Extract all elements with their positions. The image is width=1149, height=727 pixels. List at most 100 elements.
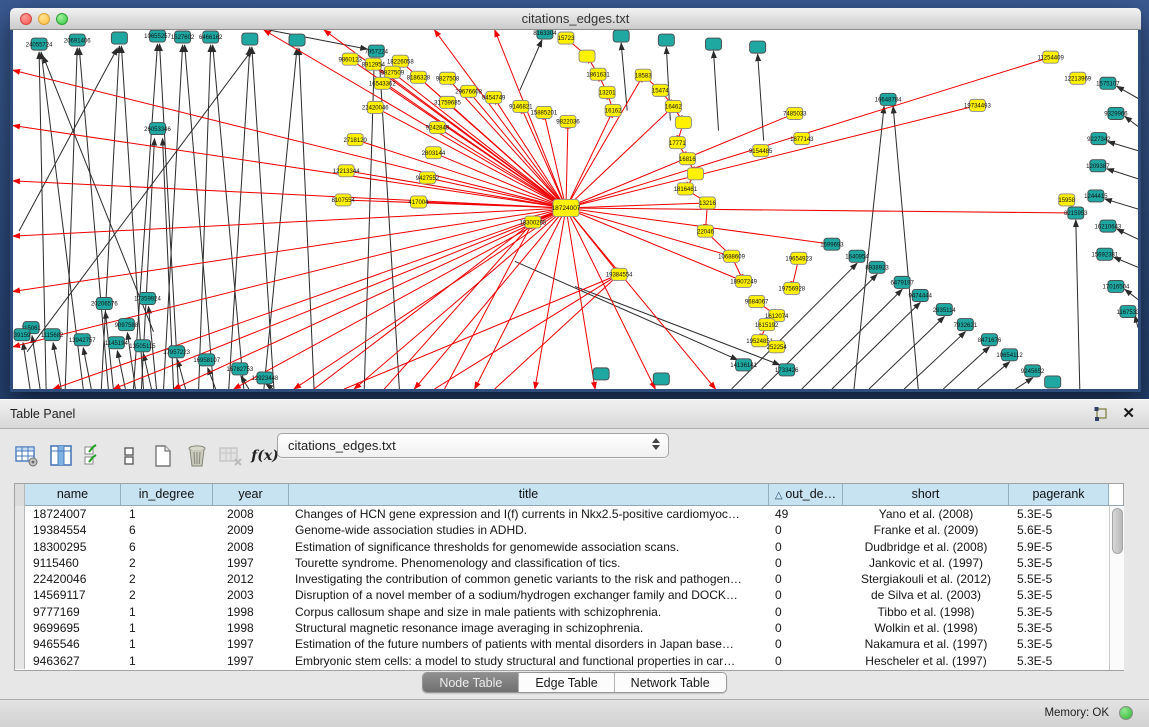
table-cell[interactable]: 5.6E-5 bbox=[1009, 522, 1109, 538]
table-cell[interactable]: Stergiakouli et al. (2012) bbox=[843, 571, 1009, 587]
citation-edge-black[interactable] bbox=[1125, 289, 1138, 299]
table-vertical-scrollbar[interactable] bbox=[1109, 506, 1124, 670]
graph-node[interactable]: 9427552 bbox=[416, 172, 440, 184]
citation-edge-black[interactable] bbox=[1107, 169, 1138, 179]
graph-node[interactable]: 9227342 bbox=[1087, 133, 1111, 145]
citation-edge-black[interactable] bbox=[53, 343, 61, 389]
graph-node[interactable]: 22046 bbox=[697, 225, 714, 237]
table-cell[interactable]: 6 bbox=[121, 522, 213, 538]
graph-node[interactable]: 15692381 bbox=[1092, 248, 1119, 260]
graph-node[interactable]: 1640954 bbox=[845, 250, 869, 262]
graph-node[interactable] bbox=[653, 373, 669, 385]
graph-node[interactable]: 17016504 bbox=[1103, 280, 1130, 292]
graph-node[interactable]: 9245652 bbox=[1021, 365, 1045, 377]
graph-node[interactable]: 18226058 bbox=[387, 55, 414, 67]
table-cell[interactable]: Yano et al. (2008) bbox=[843, 506, 1009, 522]
graph-node[interactable]: 9827509 bbox=[381, 66, 405, 78]
table-cell[interactable]: 2 bbox=[121, 587, 213, 603]
table-cell[interactable]: 9115460 bbox=[25, 555, 121, 571]
graph-node[interactable]: 1816461 bbox=[674, 183, 698, 195]
citation-edge-black[interactable] bbox=[1114, 257, 1138, 267]
citation-edge-black[interactable] bbox=[83, 348, 91, 389]
citation-edge-black[interactable] bbox=[1108, 142, 1138, 151]
table-cell[interactable]: 22420046 bbox=[25, 571, 121, 587]
graph-node[interactable]: 8471676 bbox=[978, 334, 1002, 346]
citation-edge-black[interactable] bbox=[943, 347, 989, 389]
graph-node[interactable]: 2718120 bbox=[344, 134, 368, 146]
graph-node[interactable]: 9860123 bbox=[338, 53, 362, 65]
table-cell[interactable]: 1 bbox=[121, 636, 213, 652]
graph-node[interactable]: 16816 bbox=[679, 153, 696, 165]
citation-edge-black[interactable] bbox=[1117, 229, 1138, 239]
table-cell[interactable]: 2008 bbox=[213, 539, 289, 555]
column-header-name[interactable]: name bbox=[25, 484, 121, 506]
citation-edge-black[interactable] bbox=[252, 47, 274, 389]
table-cell[interactable]: Disruption of a novel member of a sodium… bbox=[289, 587, 769, 603]
table-cell[interactable]: 0 bbox=[769, 636, 843, 652]
graph-node[interactable]: 11254409 bbox=[1038, 51, 1065, 63]
table-cell[interactable]: Genome-wide association studies in ADHD. bbox=[289, 522, 769, 538]
graph-node[interactable]: 1699693 bbox=[820, 238, 844, 250]
network-canvas[interactable]: 2405572420691406106552571527602646616279… bbox=[13, 30, 1138, 389]
column-header-title[interactable]: title bbox=[289, 484, 769, 506]
graph-node[interactable] bbox=[613, 30, 629, 42]
table-cell[interactable]: 1997 bbox=[213, 653, 289, 669]
table-cell[interactable]: de Silva et al. (2003) bbox=[843, 587, 1009, 603]
table-cell[interactable]: 9699695 bbox=[25, 620, 121, 636]
citation-edge-black[interactable] bbox=[713, 51, 718, 130]
graph-node[interactable]: 15723 bbox=[558, 32, 575, 44]
graph-node[interactable]: 15885201 bbox=[531, 106, 558, 118]
citation-edge-black[interactable] bbox=[1016, 378, 1033, 389]
graph-node[interactable]: 13216 bbox=[699, 197, 716, 209]
graph-node[interactable]: 15958 bbox=[1058, 194, 1075, 206]
scrollbar-thumb[interactable] bbox=[1112, 508, 1123, 554]
graph-node[interactable]: 8938923 bbox=[865, 261, 889, 273]
table-row[interactable]: 911546021997Tourette syndrome. Phenomeno… bbox=[15, 555, 1109, 571]
delete-rows-button[interactable] bbox=[180, 441, 214, 471]
table-cell[interactable]: Tibbo et al. (1998) bbox=[843, 604, 1009, 620]
citation-edge-red[interactable] bbox=[438, 128, 566, 208]
table-cell[interactable]: 9777169 bbox=[25, 604, 121, 620]
table-cell[interactable]: 1997 bbox=[213, 636, 289, 652]
citation-edge-black[interactable] bbox=[802, 289, 902, 389]
graph-node[interactable]: 9242848 bbox=[426, 122, 450, 134]
table-cell[interactable]: 0 bbox=[769, 555, 843, 571]
table-cell[interactable]: 1997 bbox=[213, 555, 289, 571]
graph-node[interactable]: 19756928 bbox=[778, 282, 805, 294]
citation-edge-red[interactable] bbox=[434, 30, 565, 208]
citation-edge-black[interactable] bbox=[869, 317, 944, 389]
citation-edge-black[interactable] bbox=[893, 106, 918, 389]
citation-edge-red[interactable] bbox=[13, 126, 566, 208]
hub-node[interactable]: 18724007 bbox=[551, 199, 580, 216]
graph-node[interactable]: 7932621 bbox=[954, 319, 978, 331]
table-cell[interactable]: 9463627 bbox=[25, 653, 121, 669]
graph-node[interactable]: 8107554 bbox=[331, 194, 355, 206]
table-cell[interactable]: Wolkin et al. (1998) bbox=[843, 620, 1009, 636]
table-cell[interactable]: 5.3E-5 bbox=[1009, 555, 1109, 571]
table-row[interactable]: 969969511998Structural magnetic resonanc… bbox=[15, 620, 1109, 636]
citation-edge-black[interactable] bbox=[43, 56, 153, 332]
table-cell[interactable]: 2 bbox=[121, 555, 213, 571]
table-cell[interactable]: 2003 bbox=[213, 587, 289, 603]
graph-node[interactable]: 9827508 bbox=[436, 72, 460, 84]
table-cell[interactable]: 2012 bbox=[213, 571, 289, 587]
citation-edge-red[interactable] bbox=[234, 208, 566, 389]
citation-edge-black[interactable] bbox=[977, 362, 1009, 389]
table-cell[interactable]: 1 bbox=[121, 604, 213, 620]
graph-node[interactable]: 19734493 bbox=[964, 99, 991, 111]
window-titlebar[interactable]: citations_edges.txt bbox=[10, 8, 1141, 30]
delete-table-button[interactable] bbox=[214, 441, 248, 471]
graph-node[interactable]: 8454749 bbox=[482, 91, 506, 103]
graph-node[interactable] bbox=[242, 33, 258, 45]
graph-node[interactable]: 6479197 bbox=[890, 276, 914, 288]
table-cell[interactable]: 0 bbox=[769, 539, 843, 555]
table-row[interactable]: 1872400712008Changes of HCN gene express… bbox=[15, 506, 1109, 522]
graph-node[interactable]: 17957223 bbox=[163, 346, 190, 358]
table-cell[interactable]: 5.3E-5 bbox=[1009, 587, 1109, 603]
citation-edge-black[interactable] bbox=[269, 30, 367, 49]
table-cell[interactable]: 5.9E-5 bbox=[1009, 539, 1109, 555]
citation-edge-black[interactable] bbox=[1125, 116, 1138, 126]
graph-node[interactable]: 8215953 bbox=[1064, 207, 1088, 219]
graph-node[interactable]: 29676608 bbox=[455, 85, 482, 97]
graph-node[interactable] bbox=[750, 41, 766, 53]
